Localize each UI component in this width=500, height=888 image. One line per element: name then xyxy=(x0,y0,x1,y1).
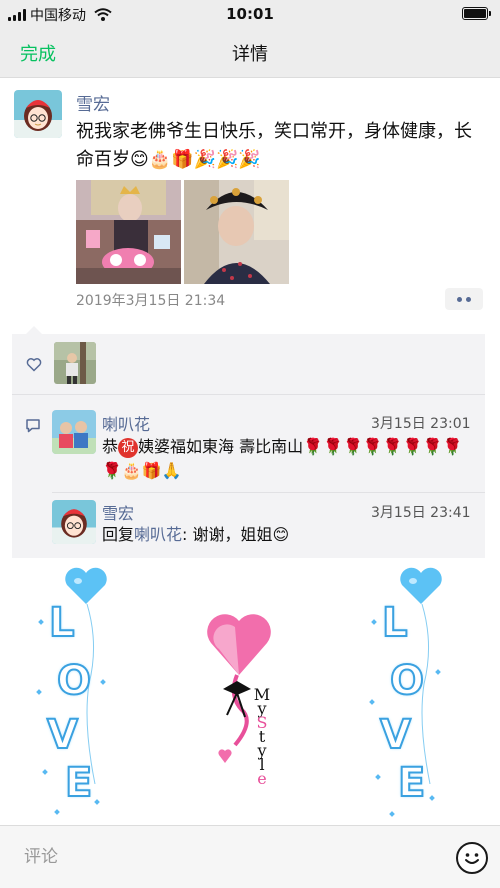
sparkle-dot xyxy=(36,689,42,695)
post-timestamp: 2019年3月15日 21:34 xyxy=(76,293,226,309)
family-photo-avatar xyxy=(52,410,96,454)
sparkle-dot xyxy=(389,811,395,817)
battery-icon xyxy=(462,7,491,20)
smiley-icon xyxy=(465,853,479,864)
comment-input[interactable] xyxy=(0,826,430,888)
love-letter-e: E xyxy=(397,759,426,807)
sparkle-dot xyxy=(42,769,48,775)
comment-text-prefix: 恭 xyxy=(102,437,119,456)
post-photo-1[interactable] xyxy=(76,180,181,284)
love-letter-o: O xyxy=(389,657,425,705)
panel-divider xyxy=(12,394,485,395)
reply-prefix: 回复 xyxy=(102,525,135,544)
post-photo-2[interactable] xyxy=(184,180,289,284)
nav-bar: 完成 详情 xyxy=(0,28,500,78)
grandmother-portrait-photo xyxy=(184,180,289,284)
dot-icon xyxy=(457,296,462,302)
dot-icon xyxy=(466,296,471,302)
sparkle-dot xyxy=(429,795,435,801)
panel-pointer xyxy=(26,326,42,334)
reply-author-name[interactable]: 雪宏 xyxy=(102,500,134,524)
grandmother-cake-photo xyxy=(76,180,181,284)
sparkle-dot xyxy=(375,774,381,780)
sparkle-dot xyxy=(54,809,60,815)
commenter-avatar[interactable] xyxy=(52,410,96,454)
post-text: 祝我家老佛爷生日快乐，笑口常开，身体健康，长命百岁😊🎂🎁🎉🎉🎉 xyxy=(76,121,472,170)
status-bar: 中国移动 10:01 xyxy=(0,0,500,28)
blessing-badge: 祝 xyxy=(118,438,139,458)
liker-photo xyxy=(54,342,96,384)
sparkle-dot xyxy=(38,619,44,625)
comment-time: 3月15日 23:01 xyxy=(371,416,471,432)
sparkle-dot xyxy=(94,799,100,805)
comment-text-body: 姨婆福如東海 壽比南山🌹🌹🌹🌹🌹🌹🌹🌹🌹🎂🎁🙏 xyxy=(102,437,463,480)
reply-body: : 谢谢，姐姐😊 xyxy=(182,525,290,544)
love-letter-e: E xyxy=(64,759,93,807)
love-column-left: L O V E xyxy=(35,560,125,825)
emoji-button[interactable] xyxy=(456,842,488,874)
author-avatar[interactable] xyxy=(14,90,62,138)
more-actions-button[interactable] xyxy=(445,288,483,310)
comment-input-bar xyxy=(0,825,500,888)
liker-avatar[interactable] xyxy=(54,342,96,384)
comment-outline-icon xyxy=(26,419,40,433)
love-column-right: L O V E xyxy=(368,560,458,825)
love-letter-l: L xyxy=(381,599,408,647)
my-style-char: e xyxy=(257,769,267,788)
reply-to-name[interactable]: 喇叭花 xyxy=(134,525,182,544)
reply-text: 回复喇叭花: 谢谢，姐姐😊 xyxy=(102,523,482,547)
comment-divider xyxy=(52,492,485,493)
reply-author-avatar[interactable] xyxy=(52,500,96,544)
love-letter-o: O xyxy=(56,657,92,705)
sparkle-dot xyxy=(369,699,375,705)
my-style-text: M y S t y l e xyxy=(252,687,272,788)
comment-text: 恭祝姨婆福如東海 壽比南山🌹🌹🌹🌹🌹🌹🌹🌹🌹🎂🎁🙏 xyxy=(102,435,482,483)
love-letter-l: L xyxy=(48,599,75,647)
love-decoration: L O V E M y S t y l e L O V E xyxy=(0,560,500,825)
heart-outline-icon xyxy=(26,358,42,372)
comment-author-name[interactable]: 喇叭花 xyxy=(102,411,150,435)
love-letter-v: V xyxy=(46,711,79,759)
sparkle-dot xyxy=(371,619,377,625)
cartoon-girl-avatar-icon xyxy=(52,500,96,544)
love-letter-v: V xyxy=(379,711,412,759)
post-author-name[interactable]: 雪宏 xyxy=(76,90,110,115)
pink-heart-ribbon-icon xyxy=(207,614,271,763)
page-title: 详情 xyxy=(232,44,268,65)
cartoon-girl-avatar-icon xyxy=(14,90,62,138)
status-time: 10:01 xyxy=(226,5,274,23)
reply-time: 3月15日 23:41 xyxy=(371,505,471,521)
